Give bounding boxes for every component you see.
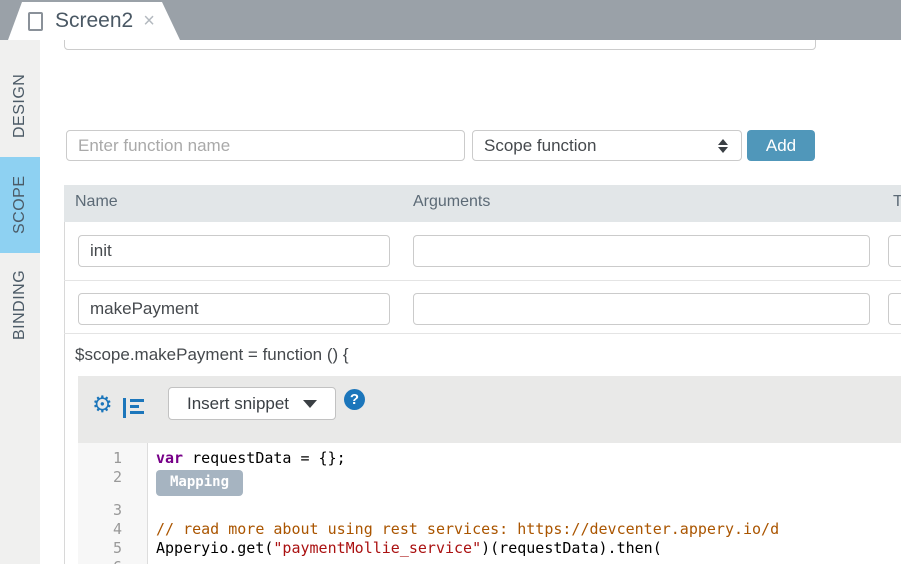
row-init-type-input[interactable] — [888, 235, 901, 267]
section-left-border — [64, 185, 65, 564]
code-line: 5 Apperyio.get("paymentMollie_service")(r… — [78, 539, 901, 558]
line-number: 5 — [112, 539, 122, 557]
format-code-icon[interactable] — [122, 397, 146, 424]
add-button[interactable]: Add — [747, 130, 815, 161]
code-line: 6 — [78, 558, 901, 564]
editor-toolbar: ⚙ Insert snippet ? — [78, 376, 901, 443]
code-lines: 1 var requestData = {}; 2 Mapping 3 4 // read … — [78, 449, 901, 564]
chevron-down-icon — [303, 399, 318, 408]
code-editor: ⚙ Insert snippet ? 1 var requestData = {}… — [78, 376, 901, 564]
line-number: 1 — [112, 449, 122, 467]
row-init-arguments-input[interactable] — [413, 235, 870, 267]
column-header-type: Type — [893, 193, 901, 210]
tab-close-icon[interactable]: × — [143, 11, 155, 31]
row-makepayment-arguments-input[interactable] — [413, 293, 870, 325]
code-text: Mapping — [156, 468, 244, 501]
function-type-select[interactable]: Scope function — [472, 130, 742, 161]
code-text: // read more about using rest services: … — [156, 520, 780, 538]
line-number: 4 — [112, 520, 122, 538]
sidebar-item-binding[interactable]: BINDING — [0, 260, 40, 350]
line-number: 3 — [112, 501, 122, 519]
row-separator — [64, 280, 901, 281]
gear-icon[interactable]: ⚙ — [92, 394, 113, 417]
code-line: 4 // read more about using rest services:… — [78, 520, 901, 539]
insert-snippet-label: Insert snippet — [186, 393, 290, 413]
line-number: 2 — [112, 468, 122, 486]
code-area[interactable]: 1 var requestData = {}; 2 Mapping 3 4 // read … — [78, 443, 901, 564]
column-header-name: Name — [75, 193, 118, 210]
code-text: Apperyio.get("paymentMollie_service")(re… — [156, 539, 662, 557]
table-header: Name Arguments Type — [64, 185, 901, 222]
line-number: 6 — [78, 558, 148, 564]
page-icon — [28, 12, 43, 31]
sidebar-item-design[interactable]: DESIGN — [0, 60, 40, 152]
sidebar: DESIGN SCOPE BINDING — [0, 40, 40, 564]
help-icon[interactable]: ? — [344, 389, 365, 410]
mapping-button[interactable]: Mapping — [156, 470, 244, 496]
code-text: var requestData = {}; — [156, 449, 346, 467]
row-init-name-input[interactable] — [78, 235, 390, 267]
row-separator — [64, 333, 901, 334]
function-type-value: Scope function — [484, 135, 597, 155]
select-stepper-icon — [718, 138, 728, 153]
function-name-input[interactable] — [66, 130, 465, 161]
tab-title: Screen2 — [55, 9, 134, 32]
insert-snippet-dropdown[interactable]: Insert snippet — [168, 387, 336, 420]
row-makepayment-type-input[interactable] — [888, 293, 901, 325]
sidebar-item-scope[interactable]: SCOPE — [0, 157, 40, 253]
code-line: 3 — [78, 501, 901, 520]
code-line: 2 Mapping — [78, 468, 901, 501]
column-header-arguments: Arguments — [413, 193, 491, 210]
row-makepayment-name-input[interactable] — [78, 293, 390, 325]
tab-bar: Screen2 × — [0, 0, 901, 40]
tab-screen2[interactable]: Screen2 × — [8, 2, 180, 40]
function-signature: $scope.makePayment = function () { — [75, 345, 349, 364]
code-line: 1 var requestData = {}; — [78, 449, 901, 468]
